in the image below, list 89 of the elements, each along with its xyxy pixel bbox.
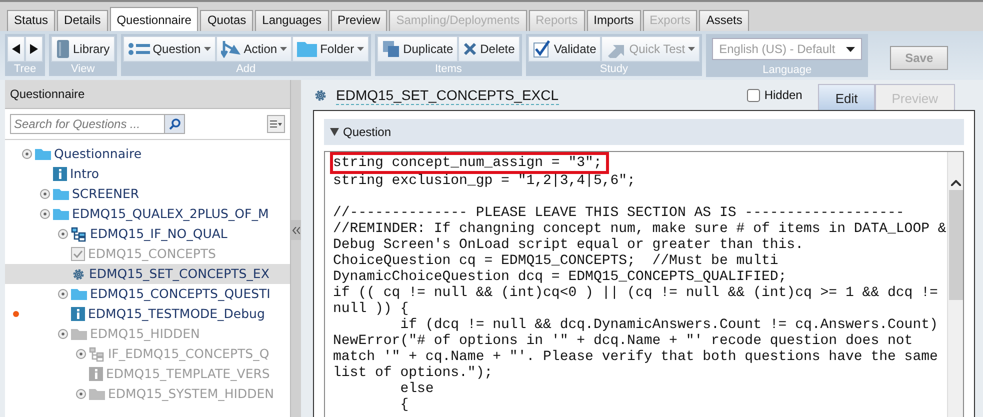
back-button[interactable]	[7, 36, 25, 62]
list-icon	[128, 42, 150, 56]
check-icon	[532, 40, 551, 58]
code-line: list of options.");	[333, 365, 493, 381]
tab[interactable]: Preview	[330, 10, 388, 31]
toolbar-button[interactable]: Action	[216, 36, 292, 62]
section-header[interactable]: Question	[324, 119, 964, 145]
code-line: NewError("# of options in '" + dcq.Name + "' recode question does not	[333, 333, 913, 349]
group-label: View	[70, 62, 96, 76]
code-line: else	[399, 381, 434, 397]
gear-icon	[313, 88, 328, 102]
code-line: //-------------- PLEASE LEAVE THIS SECTION AS IS -------------------	[333, 205, 904, 221]
folder-icon	[53, 208, 69, 220]
expander-icon[interactable]	[58, 289, 68, 299]
code-line: //REMINDER: If changning concept num, make sure # of items in DATA_LOOP &	[333, 221, 946, 237]
folder-icon	[35, 148, 51, 160]
folder-icon	[53, 188, 69, 200]
tab[interactable]: Languages	[255, 10, 329, 31]
code-line: Debug Screen's OnLoad script equal or greater than this.	[333, 237, 804, 253]
expander-icon[interactable]	[58, 229, 68, 239]
tree-item[interactable]: EDMQ15_TESTMODE_Debug	[5, 304, 290, 324]
tree-item[interactable]: SCREENER	[5, 184, 290, 204]
tab[interactable]: Details	[57, 10, 108, 31]
expander-icon[interactable]	[22, 149, 32, 159]
tab[interactable]: Assets	[699, 10, 750, 31]
toolbar-button[interactable]: Library	[51, 36, 115, 62]
tree-item[interactable]: EDMQ15_QUALEX_2PLUS_OF_M	[5, 204, 290, 224]
forward-icon	[30, 44, 38, 54]
tree-item[interactable]: Questionnaire	[5, 144, 290, 164]
expander-icon[interactable]	[40, 189, 50, 199]
branch-icon	[89, 346, 105, 362]
scroll-up-icon	[950, 180, 960, 186]
tab[interactable]: Imports	[586, 10, 641, 31]
info-icon	[71, 307, 85, 321]
collapse-icon	[292, 226, 300, 234]
tab[interactable]: Status	[7, 10, 56, 31]
search-icon	[168, 118, 180, 130]
back-icon	[12, 44, 20, 54]
tab[interactable]: Questionnaire	[110, 7, 198, 31]
collapse-button[interactable]	[291, 220, 301, 240]
group-label: Add	[235, 62, 257, 76]
expander-icon[interactable]	[40, 209, 50, 219]
code-line: string concept_num_assign = "3";	[333, 155, 606, 171]
code-line: DynamicChoiceQuestion dcq = EDMQ15_CONCEPTS_QUALIFIED;	[333, 269, 787, 285]
code-line: if (( cq != null && (int)cq<0 ) || (cq != null && (int)cq >= 1 && dcq !=	[333, 285, 938, 301]
search-field[interactable]: Search for Questions ...	[10, 114, 185, 134]
toolbar-button[interactable]: Folder	[292, 36, 370, 62]
code-line: string exclusion_gp = "1,2|3,4|5,6";	[333, 173, 636, 189]
scrollbar[interactable]	[947, 152, 963, 417]
tree-item[interactable]: EDMQ15_SET_CONCEPTS_EX	[5, 264, 290, 284]
folder-icon	[89, 388, 105, 400]
code-line: if (dcq != null && dcq.DynamicAnswers.Count != cq.Answers.Count)	[399, 317, 938, 333]
toolbar-button[interactable]: Delete	[458, 36, 520, 62]
folder-icon	[297, 41, 318, 57]
toolbar-button[interactable]: Validate	[528, 36, 602, 62]
group-label: Items	[434, 62, 463, 76]
tab[interactable]: Edit	[818, 84, 875, 112]
group-label: Study	[598, 62, 630, 76]
checkbox-icon	[71, 247, 85, 261]
group-label: Tree	[12, 62, 38, 76]
tree-item[interactable]: EDMQ15_IF_NO_QUAL	[5, 224, 290, 244]
code-line: match '" + cq.Name + "'. Please verify that both questions have the same	[333, 349, 938, 365]
code-line: {	[399, 397, 409, 413]
tree-item[interactable]: Intro	[5, 164, 290, 184]
hidden-checkbox[interactable]	[747, 88, 760, 102]
action-icon	[220, 40, 241, 58]
info-icon	[89, 367, 103, 381]
tree-item[interactable]: EDMQ15_CONCEPTS_QUESTI	[5, 284, 290, 304]
menu-icon	[270, 120, 282, 128]
code-line: ChoiceQuestion cq = EDMQ15_CONCEPTS; //Must be multi	[333, 253, 778, 269]
question-title: EDMQ15_SET_CONCEPTS_EXCL	[336, 86, 559, 104]
caret-icon	[846, 46, 856, 52]
tab[interactable]: Quotas	[200, 10, 254, 31]
branch-icon	[71, 226, 87, 242]
group-label: Language	[762, 63, 813, 77]
folder-icon	[71, 288, 87, 300]
panel-title: Questionnaire	[5, 80, 290, 109]
book-icon	[56, 39, 70, 59]
toolbar-button[interactable]: Duplicate	[377, 36, 458, 62]
code-line: null )) {	[333, 301, 409, 317]
delete-icon	[463, 42, 478, 56]
toolbar-button[interactable]: Question	[122, 36, 216, 62]
info-icon	[53, 167, 67, 181]
folder-icon	[71, 328, 87, 340]
checkbox-label: Hidden	[764, 87, 802, 104]
copy-icon	[382, 40, 400, 58]
gear-icon	[71, 266, 86, 282]
forward-button[interactable]	[25, 36, 43, 62]
menu-button[interactable]	[267, 115, 285, 133]
